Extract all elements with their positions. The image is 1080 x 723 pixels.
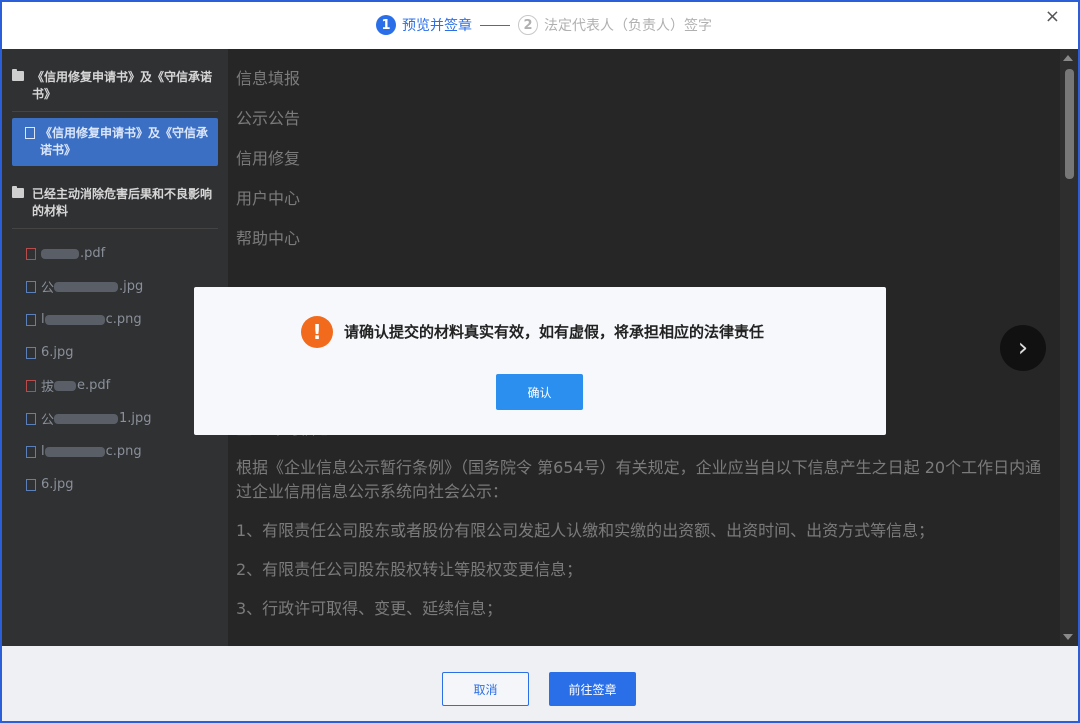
image-icon [26,313,36,326]
step-1-label: 预览并签章 [402,18,472,34]
step-2-number: 2 [518,15,538,35]
pdf-icon [26,247,36,260]
go-sign-button[interactable]: 前往签章 [549,672,636,706]
file-item-active-label: 《信用修复申请书》及《守信承诺书》 [40,126,209,157]
pdf-icon [25,127,35,139]
scroll-up-icon[interactable] [1063,55,1073,61]
doc-nav-list: 信息填报 公示公告 信用修复 用户中心 帮助中心 [236,65,300,265]
signing-dialog: 1 预览并签章 2 法定代表人（负责人）签字 × 《信用修复申请书》及《守信承诺… [0,0,1080,723]
redacted-text [54,380,77,391]
step-connector [480,24,510,26]
image-icon [26,412,36,425]
dialog-footer: 取消 前往签章 [2,646,1078,721]
step-2-label: 法定代表人（负责人）签字 [544,18,712,34]
doc-paragraph: 根据《企业信息公示暂行条例》（国务院令 第654号）有关规定，企业应当自以下信息… [236,458,1042,501]
image-icon [26,346,36,359]
image-icon [26,478,36,491]
image-icon [26,445,36,458]
modal-message: 请确认提交的材料真实有效，如有虚假，将承担相应的法律责任 [344,323,765,341]
scroll-thumb[interactable] [1065,69,1074,179]
step-1-number: 1 [376,15,396,35]
folder-icon [12,69,24,81]
folder-application-label: 《信用修复申请书》及《守信承诺书》 [32,70,213,101]
scroll-down-icon[interactable] [1063,634,1073,640]
redacted-text [44,446,105,457]
close-icon[interactable]: × [1045,6,1060,27]
dialog-header: 1 预览并签章 2 法定代表人（负责人）签字 × [2,2,1078,49]
file-suffix: .jpg [119,279,144,294]
redacted-text [54,413,119,424]
divider [12,111,218,112]
file-name: 6.jpg [41,477,74,492]
file-name: 拔 [41,380,55,395]
file-suffix: e.pdf [77,378,111,393]
doc-nav-item: 用户中心 [236,189,301,208]
file-name: .pdf [80,246,106,261]
folder-materials[interactable]: 已经主动消除危害后果和不良影响的材料 [2,166,228,228]
redacted-text [41,248,79,259]
doc-nav-item: 公示公告 [236,109,301,128]
file-name: 公 [41,413,55,428]
folder-materials-label: 已经主动消除危害后果和不良影响的材料 [32,187,213,218]
image-icon [26,280,36,293]
confirm-modal: ! 请确认提交的材料真实有效，如有虚假，将承担相应的法律责任 确认 [194,287,886,435]
doc-paragraph: 2、有限责任公司股东股权转让等股权变更信息； [236,560,583,579]
warning-icon: ! [301,316,333,348]
file-item[interactable]: l c.png [2,435,228,468]
file-name: 6.jpg [41,345,74,360]
doc-paragraph: 3、行政许可取得、变更、延续信息； [236,599,503,618]
file-item[interactable]: .pdf [2,237,228,270]
folder-icon [12,186,24,198]
step-indicator: 1 预览并签章 2 法定代表人（负责人）签字 [376,14,712,36]
confirm-button[interactable]: 确认 [496,374,583,410]
cancel-button[interactable]: 取消 [442,672,529,706]
doc-nav-item: 信息填报 [236,69,301,88]
file-suffix: 1.jpg [119,411,152,426]
doc-paragraph: 1、有限责任公司股东或者股份有限公司发起人认缴和实缴的出资额、出资时间、出资方式… [236,521,935,540]
redacted-text [54,281,119,292]
file-suffix: c.png [105,444,142,459]
document-body: 企业即时信息 根据《企业信息公示暂行条例》（国务院令 第654号）有关规定，企业… [236,417,1046,636]
folder-application[interactable]: 《信用修复申请书》及《守信承诺书》 [2,49,228,111]
next-page-button[interactable]: › [1000,325,1046,371]
redacted-text [44,314,105,325]
file-name: 公 [41,281,55,296]
doc-nav-item: 帮助中心 [236,229,301,248]
doc-nav-item: 信用修复 [236,149,301,168]
pdf-icon [26,379,36,392]
file-item-active[interactable]: 《信用修复申请书》及《守信承诺书》 [12,118,218,166]
scrollbar[interactable] [1060,49,1078,646]
file-suffix: c.png [105,312,142,327]
file-item[interactable]: 6.jpg [2,468,228,501]
